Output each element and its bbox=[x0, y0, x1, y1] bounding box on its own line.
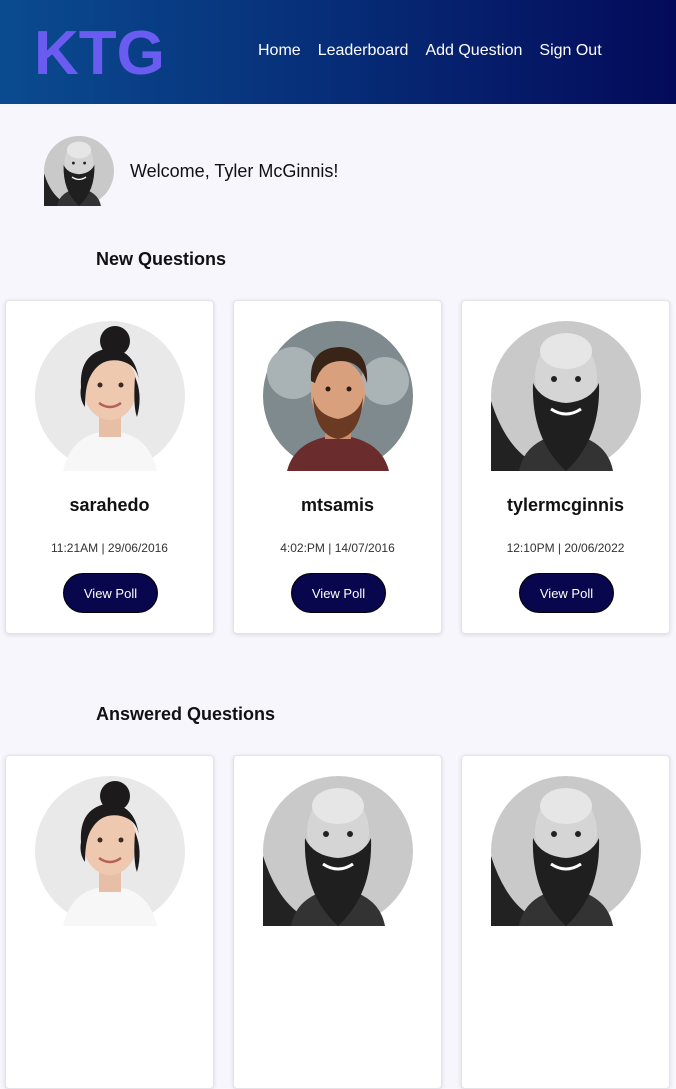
question-card bbox=[5, 755, 214, 1089]
question-timestamp: 12:10PM | 20/06/2022 bbox=[506, 541, 625, 555]
answered-questions-list bbox=[5, 755, 670, 1089]
author-avatar bbox=[35, 776, 185, 926]
view-poll-button[interactable]: View Poll bbox=[291, 573, 386, 613]
question-card: mtsamis 4:02:PM | 14/07/2016 View Poll bbox=[233, 300, 442, 634]
author-name: mtsamis bbox=[300, 495, 375, 515]
author-avatar bbox=[263, 776, 413, 926]
question-card: sarahedo 11:21AM | 29/06/2016 View Poll bbox=[5, 300, 214, 634]
main-nav: Home Leaderboard Add Question Sign Out bbox=[258, 42, 602, 60]
author-avatar bbox=[491, 321, 641, 471]
ktg-logo[interactable]: KTG bbox=[34, 22, 170, 80]
app-header: KTG Home Leaderboard Add Question Sign O… bbox=[0, 0, 676, 104]
nav-home-link[interactable]: Home bbox=[258, 42, 301, 60]
user-avatar bbox=[44, 136, 114, 206]
question-card: tylermcginnis 12:10PM | 20/06/2022 View … bbox=[461, 300, 670, 634]
question-timestamp: 4:02:PM | 14/07/2016 bbox=[280, 541, 395, 555]
welcome-banner: Welcome, Tyler McGinnis! bbox=[44, 136, 338, 206]
question-card bbox=[233, 755, 442, 1089]
nav-sign-out-link[interactable]: Sign Out bbox=[539, 42, 601, 60]
new-questions-heading: New Questions bbox=[96, 249, 227, 269]
author-avatar bbox=[491, 776, 641, 926]
welcome-text: Welcome, Tyler McGinnis! bbox=[130, 160, 339, 181]
nav-leaderboard-link[interactable]: Leaderboard bbox=[318, 42, 409, 60]
logo-text: KTG bbox=[34, 22, 165, 80]
view-poll-button[interactable]: View Poll bbox=[519, 573, 614, 613]
author-name: sarahedo bbox=[69, 495, 150, 515]
nav-add-question-link[interactable]: Add Question bbox=[425, 42, 522, 60]
question-timestamp: 11:21AM | 29/06/2016 bbox=[51, 541, 168, 555]
author-avatar bbox=[35, 321, 185, 471]
author-name: tylermcginnis bbox=[506, 495, 625, 515]
question-card bbox=[461, 755, 670, 1089]
author-avatar bbox=[263, 321, 413, 471]
view-poll-button[interactable]: View Poll bbox=[63, 573, 158, 613]
new-questions-list: sarahedo 11:21AM | 29/06/2016 View Poll … bbox=[5, 300, 670, 634]
answered-questions-heading: Answered Questions bbox=[96, 704, 276, 724]
